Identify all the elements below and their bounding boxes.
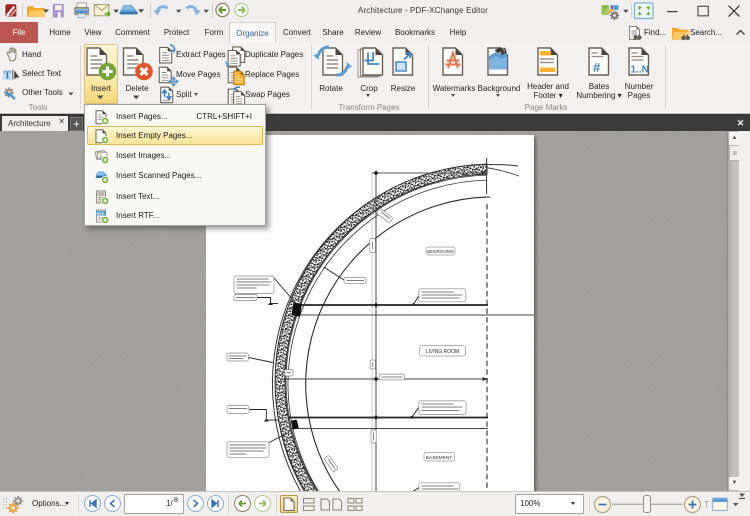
svg-text:#: # [593,60,601,75]
svg-text:T: T [4,70,12,82]
svg-text:LIVING ROOM: LIVING ROOM [426,349,459,355]
svg-text:BEDROOMS: BEDROOMS [427,249,454,254]
svg-text:1..N: 1..N [631,65,649,76]
svg-text:RTF: RTF [97,210,105,215]
svg-text:BASEMENT: BASEMENT [426,455,452,461]
